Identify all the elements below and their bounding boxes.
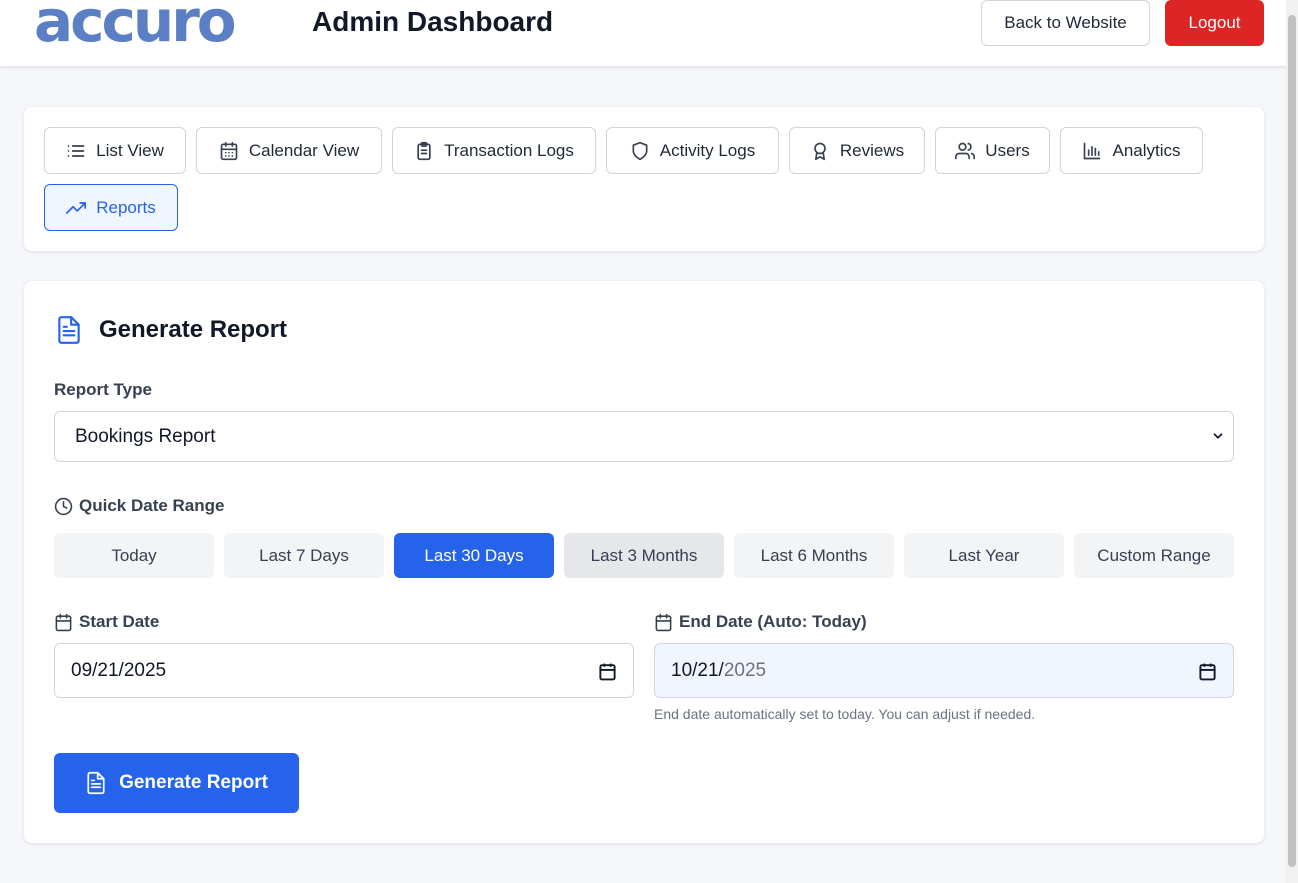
end-date-year: 2025 [723,659,767,681]
end-date-month-day: 10/21/ [671,659,724,681]
tab-label: Activity Logs [659,140,756,160]
report-type-label: Report Type [54,380,152,399]
range-today-button[interactable]: Today [54,533,214,578]
range-last-3-months-button[interactable]: Last 3 Months [564,533,724,578]
clock-icon [54,497,73,515]
tab-reviews[interactable]: Reviews [789,127,925,174]
range-last-year-button[interactable]: Last Year [904,533,1064,578]
trending-up-icon [66,201,87,214]
accuro-logo: accuro [34,0,234,44]
calendar-icon [55,613,72,631]
tab-label: List View [96,140,164,160]
generate-report-button[interactable]: Generate Report [54,753,299,813]
report-type-select[interactable]: Bookings Report [54,411,1234,462]
start-date-label: Start Date [54,612,159,632]
report-type-value: Bookings Report [75,425,216,447]
tab-reports[interactable]: Reports [44,184,178,231]
logout-button[interactable]: Logout [1165,0,1264,46]
card-title: Generate Report [99,316,288,343]
tab-transaction-logs[interactable]: Transaction Logs [392,127,596,174]
calendar-icon [655,613,672,631]
end-date-input[interactable]: 10/21/2025 [654,643,1234,698]
start-date-input[interactable]: 09/21/2025 [54,643,634,698]
scrollbar-thumb[interactable] [1288,15,1296,867]
tab-users[interactable]: Users [935,127,1050,174]
page-scrollbar[interactable] [1286,0,1298,883]
clipboard-icon [417,141,431,160]
top-header: accuro Admin Dashboard Back to Website L… [0,0,1286,67]
tab-label: Reports [96,197,156,217]
tab-label: Reviews [839,140,905,160]
start-date-value: 09/21/2025 [71,659,167,681]
document-icon [87,771,105,795]
list-icon [67,144,85,157]
calendar-picker-icon[interactable] [598,662,617,681]
range-last-30-days-button[interactable]: Last 30 Days [394,533,554,578]
chevron-down-icon [1213,433,1223,439]
tab-activity-logs[interactable]: Activity Logs [606,127,779,174]
tab-label: Analytics [1112,140,1181,160]
tab-analytics[interactable]: Analytics [1060,127,1203,174]
back-to-website-button[interactable]: Back to Website [981,0,1150,46]
range-last-6-months-button[interactable]: Last 6 Months [734,533,894,578]
admin-nav-card: List View Calendar View Transaction Logs… [24,107,1264,251]
bar-chart-icon [1084,142,1101,159]
end-date-hint: End date automatically set to today. You… [654,706,1036,722]
tab-label: Transaction Logs [444,140,574,160]
tab-list-view[interactable]: List View [44,127,186,174]
tab-calendar-view[interactable]: Calendar View [196,127,382,174]
end-date-label: End Date (Auto: Today) [654,612,867,632]
page-title: Admin Dashboard [312,6,554,37]
award-icon [814,142,826,160]
generate-report-label: Generate Report [119,772,268,793]
tab-label: Calendar View [248,140,360,160]
quick-range-label: Quick Date Range [54,496,225,516]
calendar-picker-icon[interactable] [1198,662,1217,681]
range-last-7-days-button[interactable]: Last 7 Days [224,533,384,578]
calendar-icon [220,141,238,160]
range-custom-button[interactable]: Custom Range [1074,533,1234,578]
shield-icon [632,141,648,160]
users-icon [955,142,976,159]
generate-report-card: Generate Report Report Type Bookings Rep… [24,281,1264,843]
tab-label: Users [985,140,1030,160]
document-icon [58,316,80,344]
